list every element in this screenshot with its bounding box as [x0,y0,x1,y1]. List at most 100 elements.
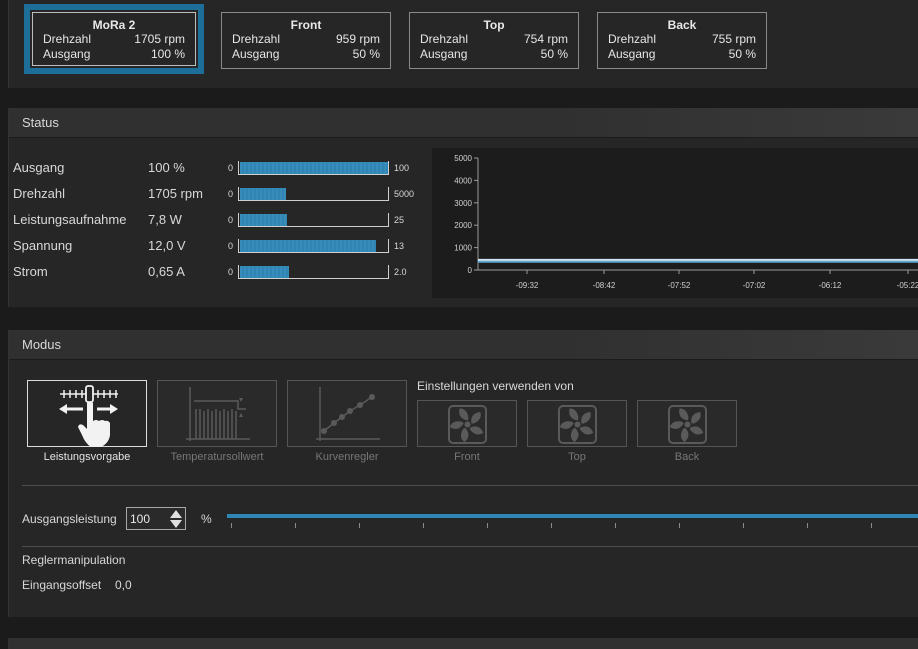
x-tick-label: -05:22 [897,281,918,290]
source-back-button[interactable] [637,400,737,447]
mode-power-target-button[interactable] [27,380,147,447]
output-power-slider[interactable] [227,514,918,518]
source-top-button[interactable] [527,400,627,447]
slider-tick [295,523,296,528]
speed-value: 1705 rpm [134,32,185,46]
fan-card-top[interactable]: Top Drehzahl 754 rpm Ausgang 50 % [409,12,579,69]
slider-tick [615,523,616,528]
divider [22,546,918,547]
status-bar-fill [240,188,286,200]
output-power-label: Ausgangsleistung [22,512,117,526]
status-row: Drehzahl 1705 rpm 0 5000 [13,184,433,204]
fan-card-title: MoRa 2 [92,18,136,32]
input-offset-label: Eingangsoffset [22,578,102,592]
slider-tick [551,523,552,528]
status-label: Spannung [13,238,73,253]
power-slider-hand-icon [59,385,118,447]
speed-value: 755 rpm [711,32,756,46]
fan-card-mora2[interactable]: MoRa 2 Drehzahl 1705 rpm Ausgang 100 % [24,4,204,74]
status-label: Strom [13,264,48,279]
mode-curve-controller-button[interactable] [287,380,407,447]
slider-tick [231,523,232,528]
output-value: 50 % [728,47,756,61]
status-min: 0 [228,163,234,173]
status-max: 25 [394,215,405,225]
output-power-unit: % [201,512,212,526]
fan-card-title: Back [667,18,697,32]
status-min: 0 [228,215,234,225]
output-value: 100 % [150,47,185,61]
status-bar [238,187,389,201]
y-tick-label: 3000 [454,199,472,208]
spin-up-icon[interactable] [169,509,183,519]
curve-graph-icon [316,387,380,441]
source-front-label: Front [454,451,480,463]
mode-panel-title: Modus [9,330,918,360]
y-tick-label: 5000 [454,154,472,163]
status-bar [238,239,389,253]
y-tick-label: 2000 [454,221,472,230]
fan-icon [448,405,487,444]
controller-manipulation-title: Reglermanipulation [22,553,126,567]
status-value: 12,0 V [148,238,186,253]
fan-card-back[interactable]: Back Drehzahl 755 rpm Ausgang 50 % [597,12,767,69]
source-front-button[interactable] [417,400,517,447]
input-offset-value: 0,0 [115,578,132,592]
speed-value: 754 rpm [523,32,568,46]
status-row: Strom 0,65 A 0 2.0 [13,262,433,282]
status-max: 2.0 [394,267,407,277]
status-bar-fill [240,240,376,252]
temperature-bars-icon [186,387,250,441]
output-label: Ausgang [420,47,468,61]
slider-tick [487,523,488,528]
x-tick-label: -06:12 [819,281,842,290]
status-row: Ausgang 100 % 0 100 [13,158,433,178]
status-row: Leistungsaufnahme 7,8 W 0 25 [13,210,433,230]
history-chart: 5000 4000 3000 2000 1000 0 -09:32 -08:42 -07:52 -… [432,148,918,298]
speed-label: Drehzahl [43,32,92,46]
x-tick-label: -08:42 [593,281,616,290]
speed-label: Drehzahl [232,32,281,46]
status-value: 1705 rpm [148,186,203,201]
status-max: 100 [394,163,410,173]
status-min: 0 [228,189,234,199]
slider-tick [743,523,744,528]
slider-tick [679,523,680,528]
mode-temperature-setpoint-button[interactable] [157,380,277,447]
fan-icon [558,405,597,444]
fan-icon [668,405,707,444]
mode-panel: Modus [8,330,918,617]
fan-card-title: Top [483,18,505,32]
status-label: Drehzahl [13,186,66,201]
mode-power-target-label: Leistungsvorgabe [43,451,131,463]
status-bar-fill [240,162,388,174]
output-power-spinbox[interactable] [126,507,186,530]
slider-tick [423,523,424,528]
output-value: 50 % [352,47,380,61]
y-tick-label: 0 [468,266,473,275]
status-row: Spannung 12,0 V 0 13 [13,236,433,256]
status-label: Leistungsaufnahme [13,212,127,227]
status-bar [238,265,389,279]
fan-card-front[interactable]: Front Drehzahl 959 rpm Ausgang 50 % [221,12,391,69]
status-value: 0,65 A [148,264,185,279]
status-min: 0 [228,267,234,277]
status-min: 0 [228,241,234,251]
status-panel-title: Status [9,108,918,138]
sources-title: Einstellungen verwenden von [417,379,574,393]
mode-curve-controller-label: Kurvenregler [315,451,379,463]
speed-value: 959 rpm [335,32,380,46]
x-tick-label: -09:32 [516,281,539,290]
x-tick-label: -07:52 [668,281,691,290]
status-max: 13 [394,241,405,251]
source-top-label: Top [568,451,586,463]
fan-card-title: Front [290,18,322,32]
slider-tick [871,523,872,528]
output-label: Ausgang [43,47,91,61]
status-bar-fill [240,266,289,278]
status-value: 7,8 W [148,212,182,227]
speed-label: Drehzahl [608,32,657,46]
spin-down-icon[interactable] [169,519,183,529]
y-tick-label: 4000 [454,176,472,185]
output-power-input[interactable] [130,511,168,526]
